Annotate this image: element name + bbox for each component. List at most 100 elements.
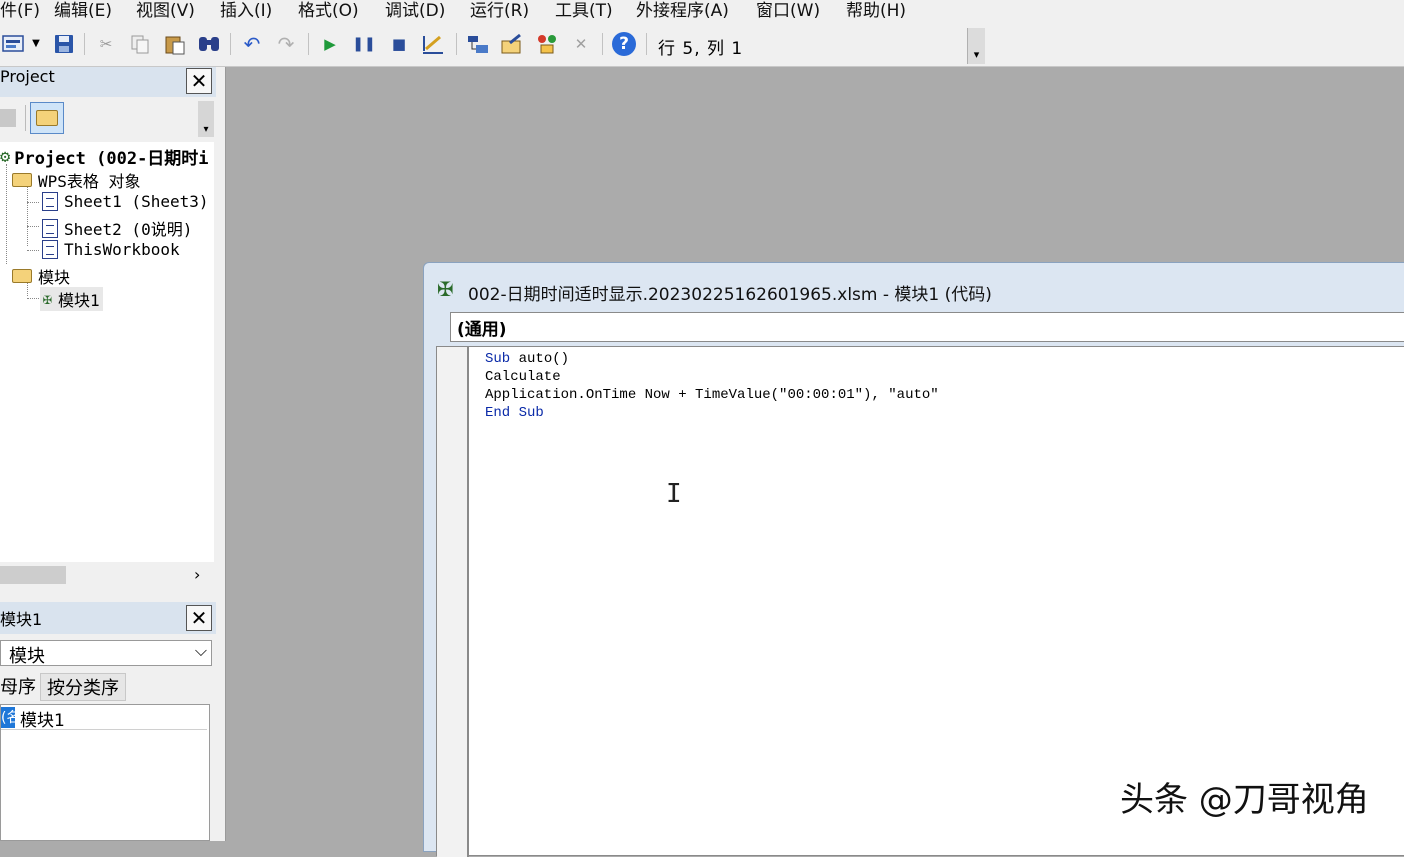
properties-header: 模块1 ✕ (0, 602, 216, 634)
text-cursor-icon: I (666, 479, 682, 509)
code-window-titlebar[interactable]: ✠ 002-日期时间适时显示.20230225162601965.xlsm - … (424, 263, 1404, 309)
tree-item-label: Project (002-日期时i (14, 149, 209, 169)
scroll-right-arrow-icon[interactable]: › (194, 565, 200, 584)
code-text: auto() (510, 351, 570, 367)
tree-item-wps-objects[interactable]: WPS表格 对象 (12, 168, 141, 192)
tree-item-sheet2[interactable]: Sheet2 (0说明) (42, 216, 192, 240)
object-browser-icon[interactable] (535, 32, 559, 56)
properties-window-icon[interactable] (500, 32, 524, 56)
menu-insert[interactable]: 插入(I) (220, 0, 272, 21)
toolbar-separator (602, 33, 603, 55)
menu-file[interactable]: 件(F) (0, 0, 40, 21)
menu-run[interactable]: 运行(R) (470, 0, 529, 21)
close-properties-button[interactable]: ✕ (186, 605, 212, 631)
chevron-down-icon[interactable]: ⌵ (195, 641, 207, 661)
tree-item-label: WPS表格 对象 (38, 172, 141, 191)
break-icon[interactable]: ❚❚ (352, 32, 376, 56)
toolbar-separator (230, 33, 231, 55)
project-tree[interactable]: ⚙ Project (002-日期时i WPS表格 对象 Sheet1 (She… (0, 142, 214, 562)
worksheet-icon (42, 192, 58, 211)
tree-item-label: 模块 (38, 268, 71, 287)
property-row[interactable]: (名称) 模块1 (1, 706, 207, 731)
folder-icon (12, 269, 32, 283)
help-icon[interactable]: ? (612, 32, 636, 56)
code-line: Calculate (485, 369, 561, 385)
tree-connector (27, 202, 39, 203)
left-dock: Project ✕ ▾ ⚙ Project (002-日期时i WPS表格 对象… (0, 67, 216, 841)
tree-item-thisworkbook[interactable]: ThisWorkbook (42, 240, 180, 259)
menu-window[interactable]: 窗口(W) (756, 0, 820, 21)
standard-toolbar: ▼ ✂ ↶ ↷ ▶ ❚❚ ■ ✕ ? 行 5, 列 1 ▾ (0, 22, 1404, 67)
redo-icon[interactable]: ↷ (274, 32, 298, 56)
properties-title: 模块1 (0, 610, 43, 629)
workbook-icon (42, 240, 58, 259)
menu-view[interactable]: 视图(V) (136, 0, 195, 21)
tree-item-modules-folder[interactable]: 模块 (12, 264, 70, 288)
cut-icon[interactable]: ✂ (94, 32, 118, 56)
scrollbar-thumb[interactable] (0, 566, 66, 584)
menu-help[interactable]: 帮助(H) (846, 0, 906, 21)
project-icon: ⚙ (0, 146, 11, 167)
module-icon: ✠ (43, 290, 53, 308)
properties-object-select[interactable]: 模块 ⌵ (0, 640, 212, 667)
code-keyword: End Sub (485, 405, 544, 421)
tree-item-sheet1[interactable]: Sheet1 (Sheet3) (42, 192, 209, 211)
tree-item-label: Sheet1 (Sheet3) (64, 192, 209, 211)
find-icon[interactable] (197, 32, 221, 56)
project-explorer-toolbar: ▾ (0, 99, 216, 139)
project-explorer-icon[interactable] (466, 32, 490, 56)
menu-edit[interactable]: 编辑(E) (54, 0, 112, 21)
reset-icon[interactable]: ■ (387, 32, 411, 56)
worksheet-icon (42, 218, 58, 238)
toolbar-separator (646, 33, 647, 55)
project-explorer-header: Project ✕ (0, 67, 216, 97)
code-text: Application.OnTime Now + TimeValue("00:0… (485, 387, 939, 403)
object-combo-value: (通用) (457, 320, 507, 340)
tree-connector (27, 250, 39, 251)
code-line: Application.OnTime Now + TimeValue("00:0… (485, 387, 939, 403)
property-value[interactable]: 模块1 (20, 706, 65, 731)
margin-indicator-bar[interactable] (437, 347, 469, 857)
view-excel-icon[interactable] (0, 32, 30, 56)
chevron-down-icon[interactable]: ▼ (30, 32, 42, 56)
copy-icon[interactable] (128, 32, 152, 56)
watermark: 头条 @刀哥视角 (1120, 780, 1369, 820)
tab-alphabetic[interactable]: 母序 (0, 673, 38, 701)
properties-grid: (名称) 模块1 (0, 704, 210, 841)
menu-addins[interactable]: 外接程序(A) (636, 0, 729, 21)
save-icon[interactable] (52, 32, 76, 56)
tree-item-module1[interactable]: ✠ 模块1 (40, 287, 103, 311)
close-project-explorer-button[interactable]: ✕ (186, 68, 212, 94)
menu-tools[interactable]: 工具(T) (555, 0, 613, 21)
dock-splitter[interactable] (216, 67, 226, 841)
paste-icon[interactable] (163, 32, 187, 56)
tree-item-label: 模块1 (58, 291, 100, 310)
tree-connector (6, 164, 7, 264)
toolbar-separator (84, 33, 85, 55)
code-line: End Sub (485, 405, 544, 421)
tab-categorized[interactable]: 按分类序 (40, 673, 126, 701)
toolbox-icon[interactable]: ✕ (569, 32, 593, 56)
tree-item-label: Sheet2 (0说明) (64, 220, 193, 239)
folder-icon (36, 110, 58, 126)
properties-object-value: 模块 (9, 646, 45, 667)
run-icon[interactable]: ▶ (318, 32, 342, 56)
tree-item-label: ThisWorkbook (64, 240, 180, 259)
code-line: Sub auto() (485, 351, 569, 367)
project-tree-hscrollbar[interactable]: › (0, 564, 214, 586)
design-mode-icon[interactable] (421, 32, 445, 56)
object-combo[interactable]: (通用) (450, 312, 1404, 342)
tree-item-project-root[interactable]: ⚙ Project (002-日期时i (0, 144, 209, 170)
project-explorer-title: Project (0, 67, 55, 86)
tree-connector (27, 226, 39, 227)
view-code-icon[interactable] (0, 109, 16, 127)
menu-debug[interactable]: 调试(D) (385, 0, 445, 21)
menu-format[interactable]: 格式(O) (298, 0, 359, 21)
toolbar-overflow-button[interactable]: ▾ (967, 28, 985, 64)
undo-icon[interactable]: ↶ (240, 32, 264, 56)
toggle-folders-button[interactable] (30, 102, 64, 134)
cursor-position: 行 5, 列 1 (658, 39, 744, 59)
code-window-title: 002-日期时间适时显示.20230225162601965.xlsm - 模块… (468, 285, 992, 305)
code-text: Calculate (485, 369, 561, 385)
toolbar-overflow-button[interactable]: ▾ (198, 101, 214, 137)
